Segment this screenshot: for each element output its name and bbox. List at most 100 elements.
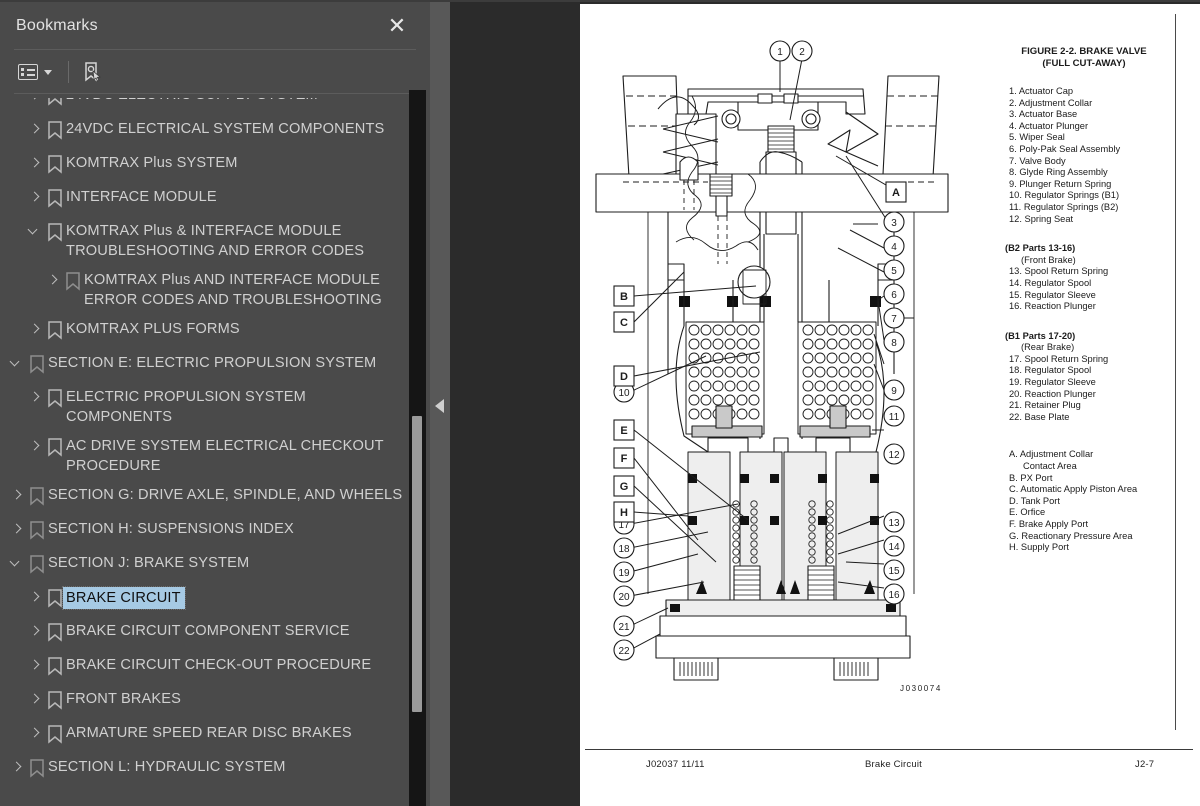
svg-text:9: 9 [891,386,897,397]
bookmark-item-label: SECTION H: SUSPENSIONS INDEX [48,521,294,537]
figure-title: FIGURE 2-2. BRAKE VALVE (FULL CUT-AWAY) [1021,46,1147,69]
svg-text:12: 12 [888,450,900,461]
bookmark-icon [26,520,48,540]
chevron-right-icon[interactable] [28,656,44,676]
list-options-icon [18,64,38,80]
bookmark-item[interactable]: KOMTRAX PLUS FORMS [0,314,408,348]
bookmark-item-label: INTERFACE MODULE [66,189,217,205]
bookmark-item[interactable]: 24VDC ELECTRICAL SYSTEM COMPONENTS [0,114,408,148]
bookmark-item[interactable]: SECTION E: ELECTRIC PROPULSION SYSTEM [0,348,408,382]
bookmarks-toolbar [0,50,430,94]
chevron-right-icon[interactable] [10,758,26,778]
svg-text:5: 5 [891,266,897,277]
chevron-down-icon [44,69,52,75]
page-content: 1 2 3 4 5 6 7 8 9 10 11 12 13 14 15 16 1… [580,4,1200,806]
toolbar-divider-bottom [14,93,416,94]
bookmark-item[interactable]: BRAKE CIRCUIT CHECK-OUT PROCEDURE [0,650,408,684]
chevron-down-icon[interactable] [27,222,44,242]
bookmark-item[interactable]: FRONT BRAKES [0,684,408,718]
bookmark-item[interactable]: SECTION H: SUSPENSIONS INDEX [0,514,408,548]
document-viewer[interactable]: 1 2 3 4 5 6 7 8 9 10 11 12 13 14 15 16 1… [450,0,1200,806]
legend-part-item: 10. Regulator Springs (B1) [1009,190,1120,201]
svg-text:6: 6 [891,290,897,301]
bookmark-item[interactable]: KOMTRAX Plus & INTERFACE MODULE TROUBLES… [0,216,408,265]
svg-text:19: 19 [618,568,630,579]
chevron-right-icon[interactable] [28,320,44,340]
bookmarks-panel-header: Bookmarks ✕ [0,2,430,50]
bookmark-icon [44,690,66,710]
bookmark-item[interactable]: KOMTRAX Plus SYSTEM [0,148,408,182]
svg-text:3: 3 [891,218,897,229]
chevron-right-icon[interactable] [28,724,44,744]
legend-callout-item: A. Adjustment Collar [1009,449,1094,460]
bookmark-item[interactable]: AC DRIVE SYSTEM ELECTRICAL CHECKOUT PROC… [0,431,408,480]
legend-part-item: 15. Regulator Sleeve [1009,289,1096,300]
legend-part-item: 18. Regulator Spool [1009,365,1092,376]
svg-text:E: E [620,425,627,437]
bookmark-item-label: BRAKE CIRCUIT CHECK-OUT PROCEDURE [66,657,372,673]
svg-text:18: 18 [618,544,630,555]
chevron-right-icon[interactable] [28,588,44,608]
bookmark-item[interactable]: ARMATURE SPEED REAR DISC BRAKES [0,718,408,752]
chevron-right-icon[interactable] [10,486,26,506]
legend-part-item: 7. Valve Body [1009,155,1066,166]
chevron-right-icon[interactable] [28,437,44,457]
bookmark-item[interactable]: BRAKE CIRCUIT COMPONENT SERVICE [0,616,408,650]
page-footer: J02037 11/11 Brake Circuit J2-7 [580,759,1200,777]
bookmark-icon [44,437,66,457]
new-bookmark-button[interactable] [81,61,103,83]
chevron-right-icon[interactable] [28,690,44,710]
chevron-down-icon[interactable] [9,554,26,574]
bookmark-item[interactable]: KOMTRAX Plus AND INTERFACE MODULE ERROR … [0,265,408,314]
bookmark-icon [44,588,66,608]
legend-part-item: 2. Adjustment Collar [1009,97,1093,108]
bookmark-item[interactable]: INTERFACE MODULE [0,182,408,216]
bookmark-item-label: KOMTRAX PLUS FORMS [66,321,240,337]
bookmark-icon [44,222,66,242]
bookmark-icon [62,271,84,291]
bookmark-item-label: SECTION G: DRIVE AXLE, SPINDLE, AND WHEE… [48,487,403,503]
bookmark-options-button[interactable] [16,62,54,82]
chevron-right-icon[interactable] [28,188,44,208]
bookmark-item[interactable]: ELECTRIC PROPULSION SYSTEM COMPONENTS [0,382,408,431]
chevron-right-icon[interactable] [28,622,44,642]
panel-splitter[interactable] [430,0,450,806]
bookmark-item[interactable]: BRAKE CIRCUIT [0,582,408,616]
bookmark-item[interactable]: SECTION J: BRAKE SYSTEM [0,548,408,582]
collapse-panel-arrow-icon[interactable] [435,399,444,413]
bookmark-item[interactable]: SECTION L: HYDRAULIC SYSTEM [0,752,408,786]
legend-callout-item: H. Supply Port [1009,542,1069,553]
bookmark-item[interactable]: 24VDC ELECTRIC SUPPLY SYSTEM [0,98,408,114]
svg-text:2: 2 [799,47,805,58]
chevron-right-icon[interactable] [28,154,44,174]
chevron-right-icon[interactable] [28,120,44,140]
bookmark-item[interactable]: SECTION G: DRIVE AXLE, SPINDLE, AND WHEE… [0,480,408,514]
chevron-right-icon[interactable] [10,520,26,540]
bookmarks-tree: 24VDC ELECTRIC SUPPLY SYSTEM 24VDC ELECTR… [0,98,408,786]
legend-callout-item: C. Automatic Apply Piston Area [1009,484,1138,495]
legend-part-item: 16. Reaction Plunger [1009,301,1096,312]
pdf-viewer-window: Bookmarks ✕ 24VDC ELECTRIC SUPPLY SYSTEM… [0,0,1200,806]
bookmark-item-label: ARMATURE SPEED REAR DISC BRAKES [66,725,352,741]
close-icon[interactable]: ✕ [384,13,410,39]
legend-callout-item: Contact Area [1023,461,1077,472]
legend-part-item: 8. Glyde Ring Assembly [1009,167,1108,178]
legend-part-item: 17. Spool Return Spring [1009,353,1109,364]
chevron-down-icon[interactable] [9,354,26,374]
bookmark-icon [26,354,48,374]
drawing-number: J030074 [900,684,942,693]
svg-text:1: 1 [777,47,783,58]
legend-part-item: 6. Poly-Pak Seal Assembly [1009,143,1121,154]
bookmark-icon [26,554,48,574]
group-b1-subheading: (Rear Brake) [1021,342,1075,353]
svg-text:22: 22 [618,646,630,657]
document-page: 1 2 3 4 5 6 7 8 9 10 11 12 13 14 15 16 1… [580,4,1200,806]
chevron-right-icon[interactable] [46,271,62,291]
svg-text:D: D [620,371,628,383]
bookmarks-scrollbar-thumb[interactable] [412,416,422,712]
chevron-right-icon[interactable] [28,98,44,106]
chevron-right-icon[interactable] [28,388,44,408]
legend-callout-item: D. Tank Port [1009,495,1060,506]
svg-text:16: 16 [888,590,900,601]
svg-text:8: 8 [891,338,897,349]
